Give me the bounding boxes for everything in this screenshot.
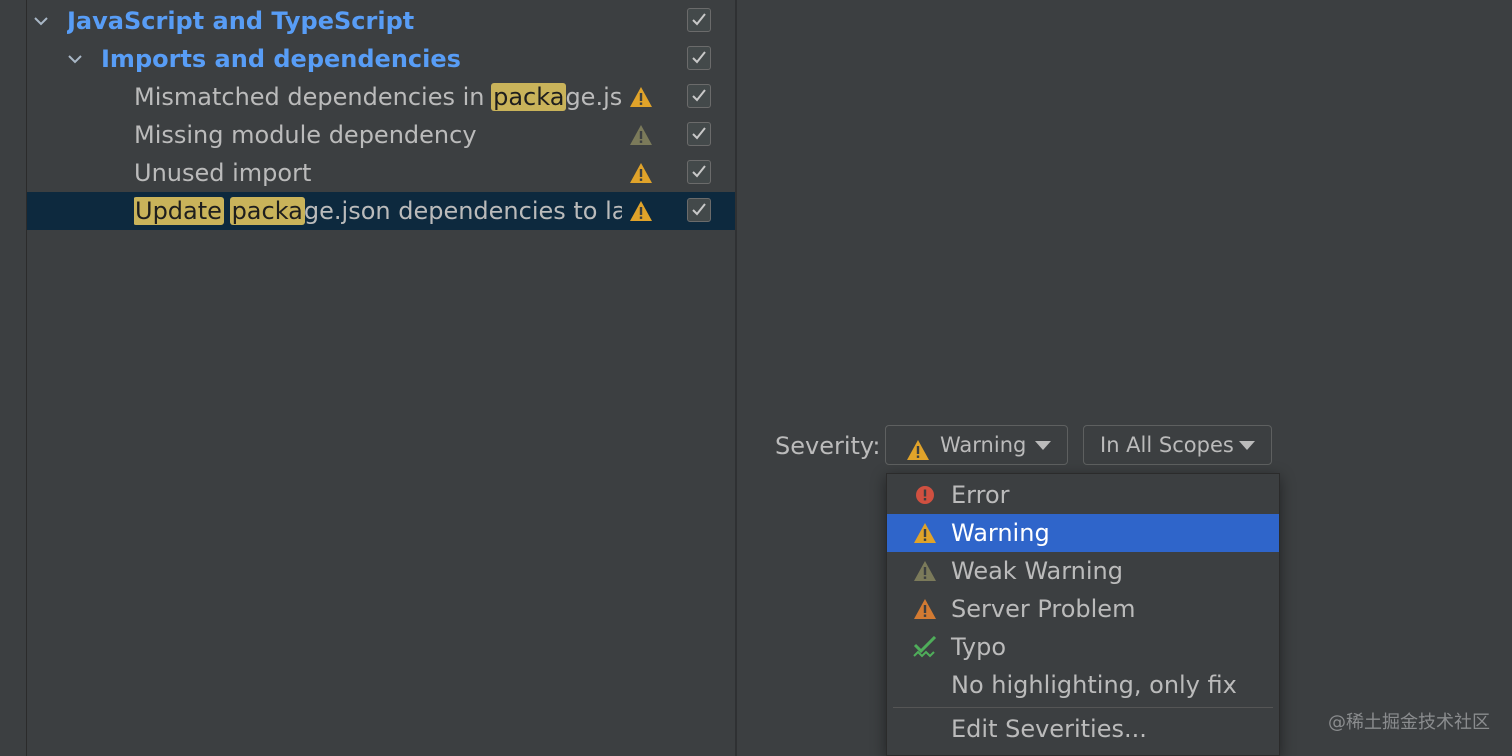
menu-item-label: Weak Warning [951, 557, 1123, 585]
weak-warning-icon [629, 124, 653, 146]
menu-item-error[interactable]: Error [887, 476, 1279, 514]
error-icon [913, 484, 937, 506]
label-text: Missing module dependency [134, 121, 477, 149]
inspection-row[interactable]: Update package.json dependencies to lat [27, 192, 735, 230]
tree-group-label: Imports and dependencies [101, 45, 461, 73]
inspection-checkbox[interactable] [687, 122, 711, 146]
severity-dropdown[interactable]: Warning [885, 425, 1068, 465]
chevron-down-icon[interactable] [67, 51, 83, 67]
panel-splitter[interactable] [735, 0, 737, 756]
typo-icon [913, 635, 937, 658]
warning-icon [629, 162, 653, 184]
warning-icon [906, 435, 930, 473]
label-text: ge.json dependencies to lat [303, 197, 622, 225]
tree-group-imports-dependencies[interactable]: Imports and dependencies [27, 40, 735, 78]
menu-item-label: Server Problem [951, 595, 1136, 623]
inspection-label: Update package.json dependencies to lat [134, 195, 622, 227]
label-text: Unused import [134, 159, 312, 187]
dropdown-arrow-icon [1035, 441, 1051, 450]
inspection-checkbox[interactable] [687, 198, 711, 222]
group-checkbox[interactable] [687, 8, 711, 32]
severity-label: Severity: [775, 432, 881, 460]
menu-item-label: Edit Severities... [951, 715, 1147, 743]
menu-item-label: Warning [951, 519, 1050, 547]
inspection-label: Unused import [134, 157, 622, 189]
label-text: ge.jso [565, 83, 622, 111]
menu-item-typo[interactable]: Typo [887, 628, 1279, 666]
label-text: Mismatched dependencies in [134, 83, 493, 111]
menu-item-server-problem[interactable]: Server Problem [887, 590, 1279, 628]
menu-item-label: Typo [951, 633, 1007, 661]
warning-icon [913, 522, 937, 544]
warning-icon [629, 86, 653, 108]
menu-item-weak-warning[interactable]: Weak Warning [887, 552, 1279, 590]
search-highlight: Update [134, 197, 224, 225]
inspection-checkbox[interactable] [687, 160, 711, 184]
severity-popup-menu: Error Warning Weak Warning Server Problem Ty… [886, 473, 1280, 756]
chevron-down-icon[interactable] [33, 13, 49, 29]
scope-dropdown[interactable]: In All Scopes [1083, 425, 1272, 465]
menu-item-label: No highlighting, only fix [951, 671, 1237, 699]
inspection-checkbox[interactable] [687, 84, 711, 108]
scope-selected-value: In All Scopes [1100, 433, 1234, 457]
watermark: @稀土掘金技术社区 [1328, 712, 1490, 733]
menu-item-no-highlighting[interactable]: No highlighting, only fix [887, 666, 1279, 704]
tree-group-javascript-typescript[interactable]: JavaScript and TypeScript [27, 2, 735, 40]
menu-separator [893, 707, 1273, 708]
tree-group-label: JavaScript and TypeScript [67, 7, 415, 35]
inspection-row[interactable]: Mismatched dependencies in package.jso [27, 78, 735, 116]
inspection-label: Mismatched dependencies in package.jso [134, 81, 622, 113]
group-checkbox[interactable] [687, 46, 711, 70]
menu-item-edit-severities[interactable]: Edit Severities... [887, 710, 1279, 748]
left-gutter [0, 0, 27, 756]
inspection-row[interactable]: Missing module dependency [27, 116, 735, 154]
severity-selected-value: Warning [940, 433, 1027, 457]
menu-item-label: Error [951, 481, 1010, 509]
inspection-row[interactable]: Unused import [27, 154, 735, 192]
search-highlight: packa [491, 83, 567, 111]
server-problem-icon [913, 598, 937, 620]
inspection-tree: JavaScript and TypeScript Imports and de… [27, 0, 735, 756]
dropdown-arrow-icon [1239, 441, 1255, 450]
search-highlight: packa [229, 197, 305, 225]
warning-icon [629, 200, 653, 222]
weak-warning-icon [913, 560, 937, 582]
menu-item-warning[interactable]: Warning [887, 514, 1279, 552]
inspection-label: Missing module dependency [134, 119, 622, 151]
